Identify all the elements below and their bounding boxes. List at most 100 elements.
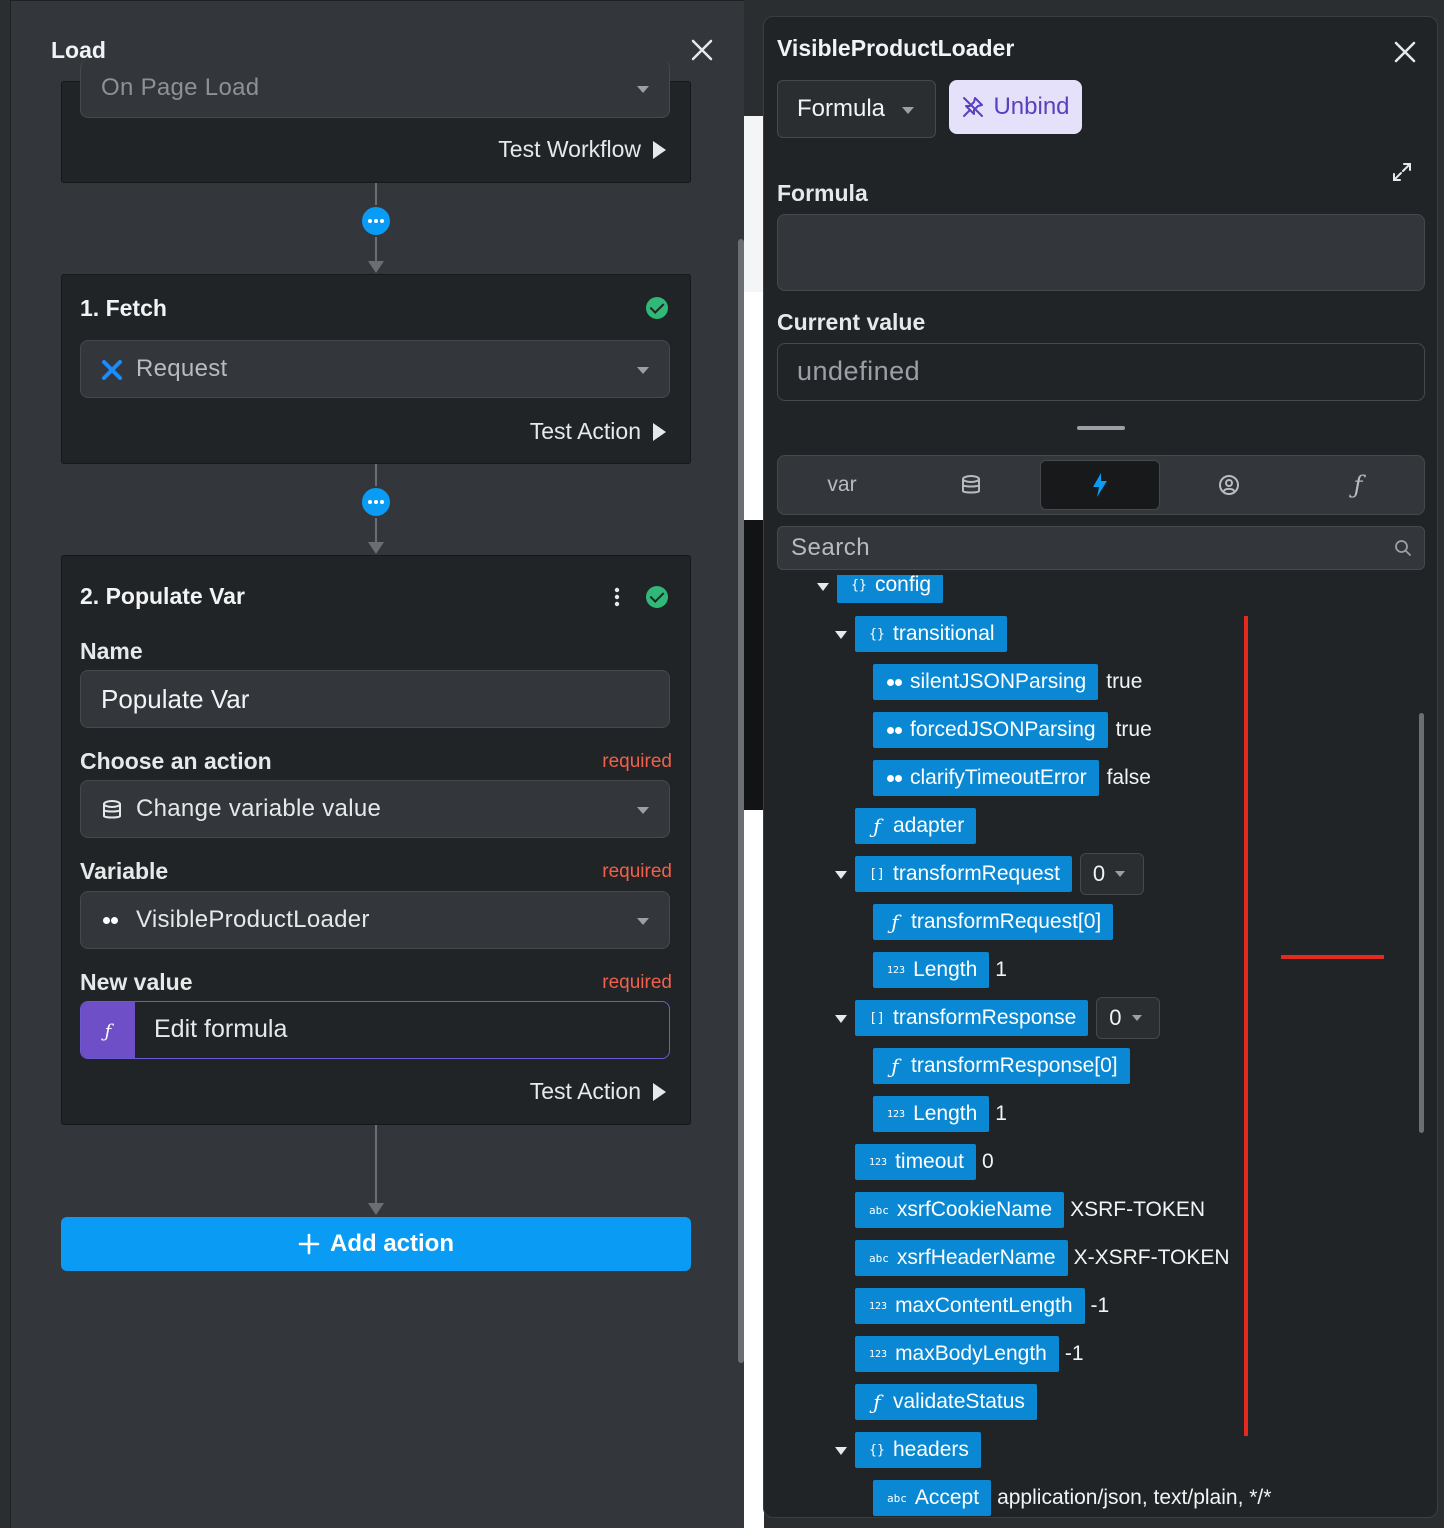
tree-node-xsrfCookieName[interactable]: abc xsrfCookieName XSRF-TOKEN [855,1192,1205,1228]
required-badge: required [602,861,672,882]
chevron-down-icon [637,918,649,925]
tree-node-headers[interactable]: {} headers [855,1432,981,1468]
success-check-icon [646,297,668,319]
arrow-down-icon [368,261,384,273]
trigger-select[interactable]: On Page Load [80,60,670,118]
variable-select[interactable]: VisibleProductLoader [80,891,670,949]
test-action-button[interactable]: Test Action [530,418,666,445]
tree-node-accept[interactable]: abc Accept application/json, text/plain, … [873,1480,1271,1516]
name-label: Name [80,638,143,664]
function-icon: ƒ [873,814,881,838]
data-source-tabs: var ƒ [777,455,1425,515]
expand-icon[interactable] [1392,162,1412,182]
more-vertical-icon[interactable] [612,586,622,608]
insert-step-button[interactable] [360,486,392,518]
play-icon [653,140,666,159]
tree-node-transformRequest0[interactable]: ƒ transformRequest[0] [873,904,1114,940]
card-title: 1. Fetch [80,295,167,321]
tree-node-config[interactable]: {} config [837,575,944,603]
function-icon: ƒ [891,910,899,934]
tree-node-transformRequest[interactable]: [] transformRequest 0 [855,853,1144,895]
action-label: Choose an action [80,748,272,774]
card-title: 2. Populate Var [80,583,245,609]
collapse-toggle-icon[interactable] [817,583,829,591]
tree-node-validateStatus[interactable]: ƒ validateStatus [855,1384,1037,1420]
variable-icon [103,917,118,924]
tab-functions[interactable]: ƒ [1298,460,1418,510]
function-icon: ƒ [873,1390,881,1414]
index-select[interactable]: 0 [1079,853,1144,895]
trigger-select-value: On Page Load [101,74,260,101]
variable-label: Variable [80,858,169,884]
function-icon: ƒ [1353,471,1363,499]
search-input[interactable]: Search [777,526,1425,570]
tree-node-maxBodyLength[interactable]: 123 maxBodyLength -1 [855,1336,1084,1372]
database-icon [103,800,121,819]
user-circle-icon [1219,475,1239,495]
add-action-button[interactable]: Add action [61,1217,691,1271]
close-icon[interactable] [1390,37,1420,67]
chevron-down-icon [1131,1015,1142,1021]
data-tree: {} config {} transitional silentJSONParsin… [764,575,1437,1517]
array-icon: [] [869,866,885,882]
chevron-down-icon [1115,871,1126,877]
collapse-toggle-icon[interactable] [835,871,847,879]
app-frame: Load On Page Load Test Workflow 1. Fetch… [0,0,1444,1528]
populate-var-card: 2. Populate Var Name Populate Var Choose… [61,555,691,1125]
boolean-icon [887,726,902,734]
unbind-button[interactable]: Unbind [949,80,1082,134]
object-icon: {} [869,626,885,642]
required-badge: required [602,972,672,993]
binding-mode-select[interactable]: Formula [777,80,936,138]
request-select[interactable]: Request [80,340,670,398]
collapse-toggle-icon[interactable] [835,1015,847,1023]
tree-node-silentJSONParsing[interactable]: silentJSONParsing true [873,664,1142,700]
test-workflow-button[interactable]: Test Workflow [498,136,666,163]
chevron-down-icon [637,807,649,814]
action-select[interactable]: Change variable value [80,780,670,838]
collapse-toggle-icon[interactable] [835,1447,847,1455]
tree-node-transformResponse0[interactable]: ƒ transformResponse[0] [873,1048,1130,1084]
function-icon: ƒ [81,1002,135,1058]
tree-node-clarifyTimeoutError[interactable]: clarifyTimeoutError false [873,760,1151,796]
insert-step-button[interactable] [360,205,392,237]
boolean-icon [887,774,902,782]
scrollbar[interactable] [1419,713,1424,1133]
tree-node-xsrfHeaderName[interactable]: abc xsrfHeaderName X-XSRF-TOKEN [855,1240,1230,1276]
tree-node-length[interactable]: 123 Length 1 [873,1096,1007,1132]
tab-variables[interactable]: var [782,460,902,510]
object-icon: {} [869,1442,885,1458]
tab-collections[interactable] [911,460,1031,510]
number-icon: 123 [869,1348,888,1360]
tab-user[interactable] [1169,460,1289,510]
function-icon: ƒ [891,1054,899,1078]
tree-node-length[interactable]: 123 Length 1 [873,952,1007,988]
tree-node-maxContentLength[interactable]: 123 maxContentLength -1 [855,1288,1109,1324]
resize-handle[interactable] [1077,426,1125,430]
name-input[interactable]: Populate Var [80,670,670,728]
tree-node-forcedJSONParsing[interactable]: forcedJSONParsing true [873,712,1152,748]
canvas-strip [744,0,764,1528]
tree-node-timeout[interactable]: 123 timeout 0 [855,1144,994,1180]
annotation-line-vertical [1244,616,1248,1436]
tree-node-transformResponse[interactable]: [] transformResponse 0 [855,997,1161,1039]
panel-title: VisibleProductLoader [777,35,1015,61]
close-icon[interactable] [687,35,717,65]
tab-workflow[interactable] [1040,460,1160,510]
play-icon [653,422,666,441]
required-badge: required [602,751,672,772]
test-action-button[interactable]: Test Action [530,1078,666,1105]
tree-node-transitional[interactable]: {} transitional [855,616,1007,652]
object-icon: {} [851,577,867,593]
success-check-icon [646,586,668,608]
formula-editor[interactable] [777,214,1425,291]
array-icon: [] [869,1010,885,1026]
unlink-pin-icon [963,97,984,117]
tree-node-adapter[interactable]: ƒ adapter [855,808,977,844]
index-select[interactable]: 0 [1096,997,1161,1039]
binding-panel: VisibleProductLoader Formula Unbind Form… [763,16,1438,1518]
new-value-formula-input[interactable]: ƒ Edit formula [80,1001,670,1059]
collapse-toggle-icon[interactable] [835,631,847,639]
string-icon: abc [869,1203,889,1217]
number-icon: 123 [869,1156,888,1168]
